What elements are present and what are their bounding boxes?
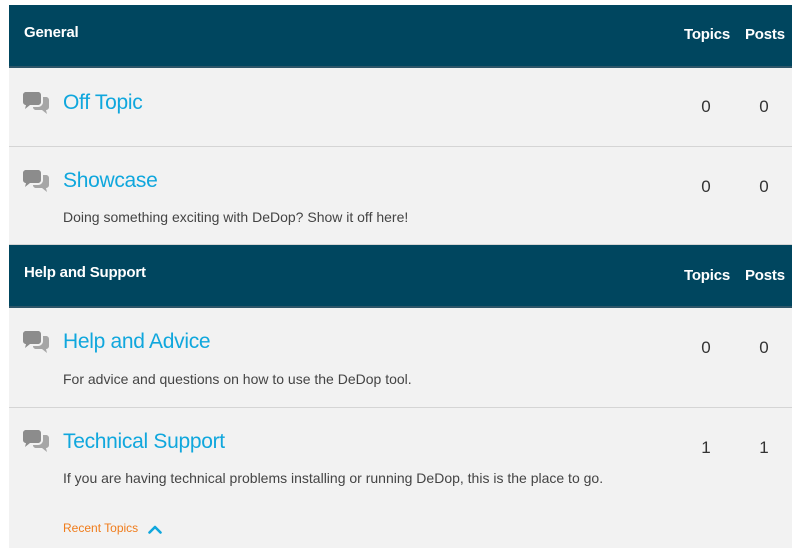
chat-bubbles-icon — [23, 430, 49, 452]
posts-column-header: Posts — [745, 26, 785, 43]
forum-description: If you are having technical problems ins… — [63, 470, 604, 486]
chat-bubbles-icon — [23, 170, 49, 192]
category-title: General — [24, 24, 79, 41]
topics-count: 1 — [701, 438, 711, 457]
forum-link-help-and-advice[interactable]: Help and Advice — [63, 330, 211, 354]
posts-count: 1 — [759, 438, 769, 457]
category-header-general: General Topics Posts — [9, 5, 792, 68]
forum-row-showcase: Showcase Doing something exciting with D… — [9, 147, 792, 245]
topics-count: 0 — [701, 177, 711, 196]
recent-topics-toggle[interactable]: Recent Topics — [63, 521, 162, 535]
forum-index: General Topics Posts Off Topic 0 0 Showc… — [9, 5, 792, 548]
forum-link-off-topic[interactable]: Off Topic — [63, 91, 143, 115]
category-header-help-and-support: Help and Support Topics Posts — [9, 245, 792, 308]
posts-column-header: Posts — [745, 267, 785, 284]
category-title: Help and Support — [24, 264, 146, 281]
posts-count: 0 — [759, 177, 769, 196]
forum-row-off-topic: Off Topic 0 0 — [9, 68, 792, 147]
forum-link-showcase[interactable]: Showcase — [63, 169, 158, 193]
recent-topics-label: Recent Topics — [63, 521, 139, 535]
forum-row-technical-support: Technical Support If you are having tech… — [9, 408, 792, 548]
posts-count: 0 — [759, 97, 769, 116]
topics-count: 0 — [701, 338, 711, 357]
forum-description: Doing something exciting with DeDop? Sho… — [63, 209, 409, 225]
topics-column-header: Topics — [684, 26, 731, 43]
forum-description: For advice and questions on how to use t… — [63, 371, 412, 387]
posts-count: 0 — [759, 338, 769, 357]
chat-bubbles-icon — [23, 92, 49, 114]
forum-link-technical-support[interactable]: Technical Support — [63, 430, 225, 454]
chevron-up-icon — [147, 525, 162, 534]
topics-column-header: Topics — [684, 267, 731, 284]
forum-row-help-and-advice: Help and Advice For advice and questions… — [9, 308, 792, 408]
topics-count: 0 — [701, 97, 711, 116]
chat-bubbles-icon — [23, 331, 49, 353]
